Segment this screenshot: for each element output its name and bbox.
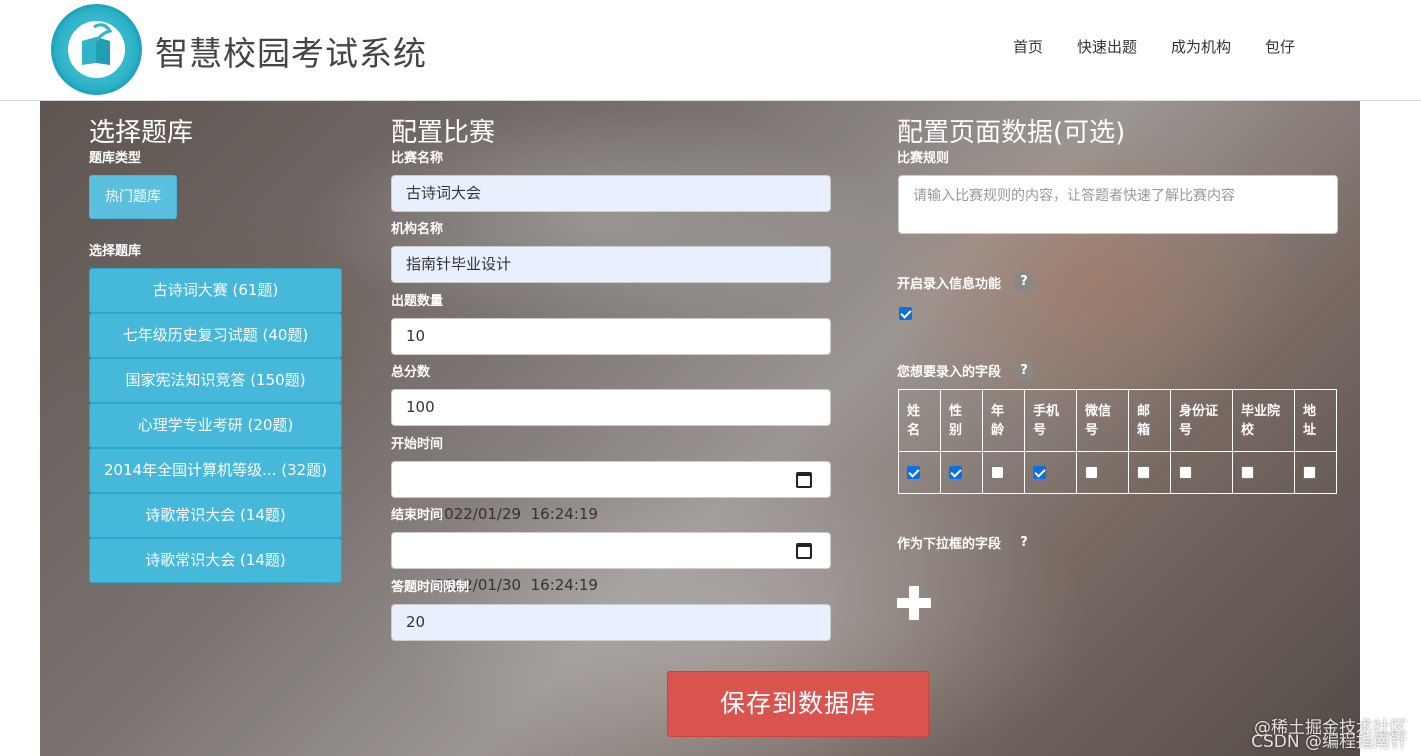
field-checkbox[interactable] xyxy=(949,466,962,479)
site-title: 智慧校园考试系统 xyxy=(155,34,427,73)
field-checkbox[interactable] xyxy=(991,466,1004,479)
main-content: 选择题库 题库类型 热门题库 选择题库 古诗词大赛 (61题) 七年级历史复习试… xyxy=(40,101,1360,756)
watermark-line-2: CSDN @编程指南针 xyxy=(1251,732,1407,752)
start-time-label: 开始时间 xyxy=(391,437,444,452)
fields-label: 您想要录入的字段 xyxy=(897,365,1002,380)
help-icon[interactable]: ? xyxy=(1013,532,1035,554)
dropdown-fields-label: 作为下拉框的字段 xyxy=(897,537,1002,552)
field-checkbox[interactable] xyxy=(1241,466,1254,479)
institution-name-input[interactable]: 指南针毕业设计 xyxy=(391,246,831,283)
end-time-input[interactable]: 2022/01/30 16:24:19 xyxy=(391,532,831,594)
nav-user[interactable]: 包仔 xyxy=(1265,36,1295,57)
field-checkbox[interactable] xyxy=(1179,466,1192,479)
help-icon[interactable]: ? xyxy=(1013,271,1035,293)
add-icon[interactable] xyxy=(897,586,931,620)
question-count-input[interactable]: 10 xyxy=(391,318,831,355)
start-time-value: 2022/01/29 16:24:19 xyxy=(434,505,598,523)
checkbox-cell xyxy=(982,451,1025,494)
field-age-cell: 年 龄 xyxy=(982,389,1025,452)
nav-home[interactable]: 首页 xyxy=(1013,36,1043,57)
checkbox-cell xyxy=(1076,451,1129,494)
field-school-cell: 毕业院 校 xyxy=(1232,389,1295,452)
total-score-label: 总分数 xyxy=(391,365,431,380)
nav-become-institution[interactable]: 成为机构 xyxy=(1171,36,1231,57)
field-checkbox[interactable] xyxy=(907,466,920,479)
field-id-card-cell: 身份证 号 xyxy=(1170,389,1233,452)
field-phone-cell: 手机 号 xyxy=(1024,389,1077,452)
checkbox-cell xyxy=(1170,451,1233,494)
checkbox-cell xyxy=(1024,451,1077,494)
fields-table: 姓 名 性 别 年 龄 手机 号 微信 号 邮 箱 身份证 号 毕业院 校 地 … xyxy=(898,389,1337,494)
field-wechat-cell: 微信 号 xyxy=(1076,389,1129,452)
total-score-input[interactable]: 100 xyxy=(391,389,831,426)
field-checkbox[interactable] xyxy=(1137,466,1150,479)
field-checkbox[interactable] xyxy=(1033,466,1046,479)
checkbox-cell xyxy=(1128,451,1171,494)
field-checkbox[interactable] xyxy=(1303,466,1316,479)
time-limit-label: 答题时间限制 xyxy=(391,580,470,595)
enable-info-label: 开启录入信息功能 xyxy=(897,277,1002,292)
time-limit-input[interactable]: 20 xyxy=(391,604,831,641)
enable-info-checkbox[interactable] xyxy=(899,307,912,320)
school-logo-icon xyxy=(51,4,142,95)
rules-label: 比赛规则 xyxy=(897,151,950,166)
top-header: 智慧校园考试系统 首页 快速出题 成为机构 包仔 xyxy=(0,0,1421,101)
contest-heading: 配置比赛 xyxy=(391,118,496,148)
field-address-cell: 地 址 xyxy=(1294,389,1337,452)
end-time-label: 结束时间 xyxy=(391,508,444,523)
field-name-cell: 姓 名 xyxy=(898,389,941,452)
checkbox-cell xyxy=(1232,451,1295,494)
checkbox-cell xyxy=(940,451,983,494)
fields-checkbox-row xyxy=(898,451,1337,494)
rules-textarea[interactable]: 请输入比赛规则的内容，让答题者快速了解比赛内容 xyxy=(898,175,1338,234)
field-email-cell: 邮 箱 xyxy=(1128,389,1171,452)
field-checkbox[interactable] xyxy=(1085,466,1098,479)
calendar-icon[interactable] xyxy=(796,543,812,559)
question-count-label: 出题数量 xyxy=(391,294,444,309)
contest-name-label: 比赛名称 xyxy=(391,151,444,166)
help-icon[interactable]: ? xyxy=(1013,360,1035,382)
institution-name-label: 机构名称 xyxy=(391,222,444,237)
calendar-icon[interactable] xyxy=(796,472,812,488)
checkbox-cell xyxy=(1294,451,1337,494)
field-gender-cell: 性 别 xyxy=(940,389,983,452)
save-to-database-button[interactable]: 保存到数据库 xyxy=(667,671,929,737)
page-data-heading: 配置页面数据(可选) xyxy=(897,118,1126,148)
start-time-input[interactable]: 2022/01/29 16:24:19 xyxy=(391,461,831,523)
nav-quick-question[interactable]: 快速出题 xyxy=(1077,36,1137,57)
contest-name-input[interactable]: 古诗词大会 xyxy=(391,175,831,212)
checkbox-cell xyxy=(898,451,941,494)
contest-config-column: 配置比赛 比赛名称 古诗词大会 机构名称 指南针毕业设计 出题数量 10 总分数… xyxy=(40,101,1360,756)
fields-header-row: 姓 名 性 别 年 龄 手机 号 微信 号 邮 箱 身份证 号 毕业院 校 地 … xyxy=(898,389,1337,452)
